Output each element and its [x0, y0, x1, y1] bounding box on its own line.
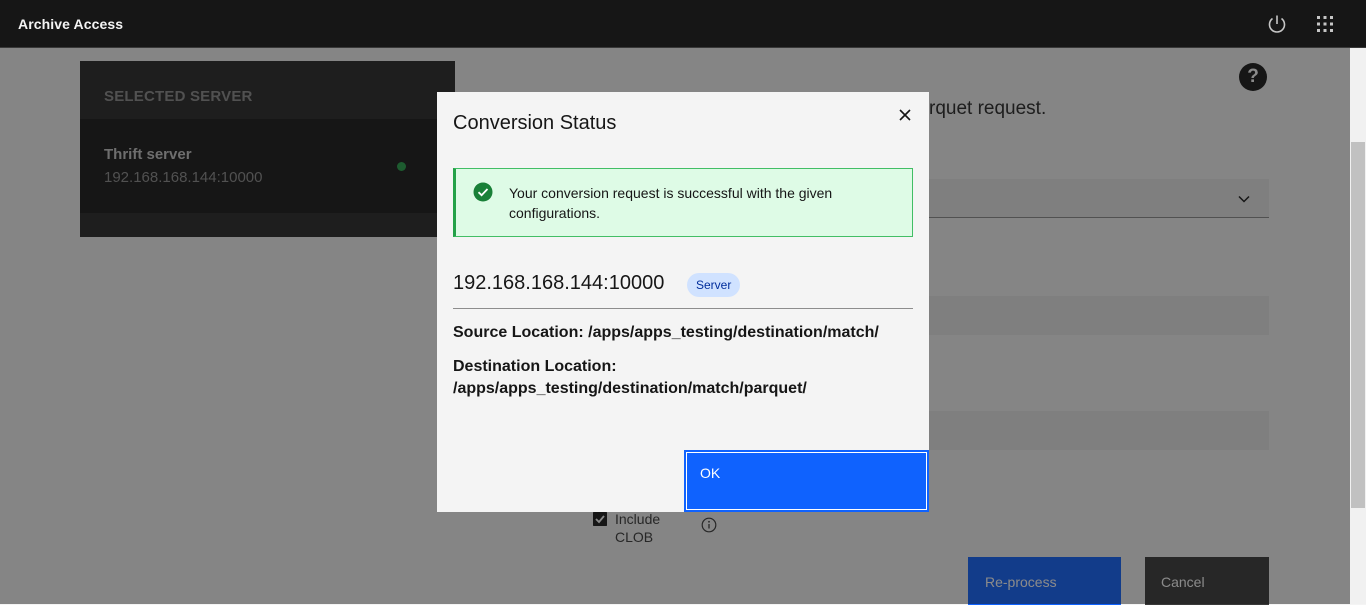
success-notification: Your conversion request is successful wi… — [453, 168, 913, 237]
destination-location-path: /apps/apps_testing/destination/match/par… — [453, 380, 807, 397]
close-icon[interactable] — [896, 106, 914, 124]
source-location: Source Location: /apps/apps_testing/dest… — [453, 324, 879, 341]
server-tag: Server — [687, 273, 741, 297]
scrollbar-thumb[interactable] — [1351, 142, 1365, 508]
divider — [453, 308, 913, 309]
app-switcher-grid-icon[interactable] — [1314, 13, 1336, 35]
checkmark-filled-icon — [473, 182, 493, 202]
power-icon[interactable] — [1266, 13, 1288, 35]
destination-location-label: Destination Location: — [453, 358, 617, 375]
modal-server-address: 192.168.168.144:10000 — [453, 272, 665, 294]
top-header: Archive Access — [0, 0, 1366, 48]
ok-button[interactable]: OK — [684, 450, 929, 512]
app-title[interactable]: Archive Access — [18, 16, 123, 32]
conversion-status-modal: Conversion Status Your conversion reques… — [437, 92, 929, 512]
notification-text: Your conversion request is successful wi… — [509, 185, 833, 221]
modal-title: Conversion Status — [453, 112, 617, 134]
